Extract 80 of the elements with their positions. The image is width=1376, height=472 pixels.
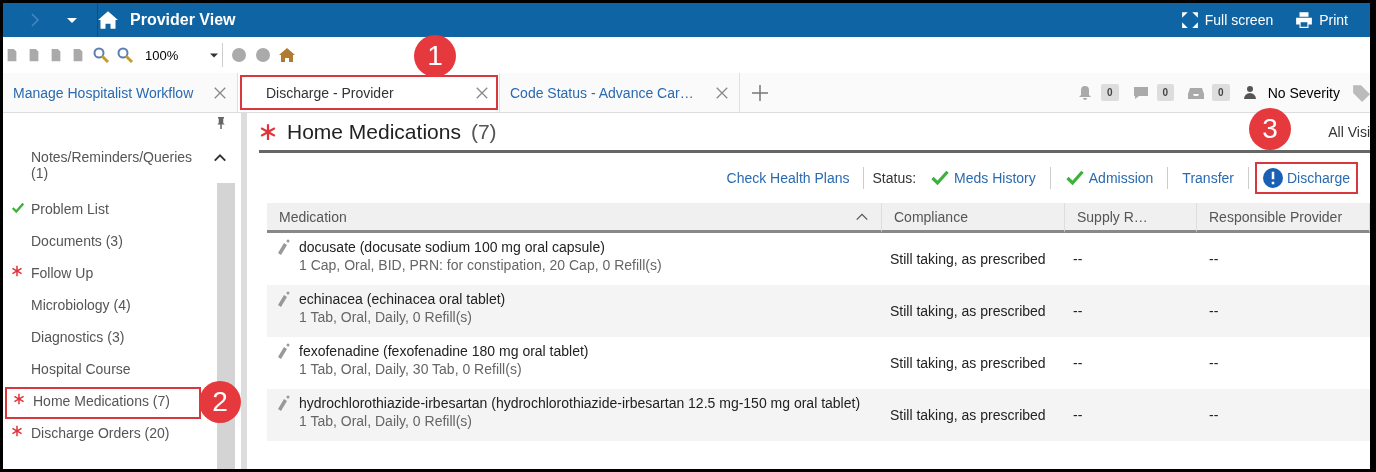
sidebar-item[interactable]: Microbiology (4) bbox=[3, 291, 203, 323]
count-badge: 0 bbox=[1156, 84, 1175, 101]
fullscreen-button[interactable]: Full screen bbox=[1180, 11, 1274, 29]
column-header[interactable]: Medication bbox=[267, 203, 882, 233]
tag-icon bbox=[1352, 83, 1370, 102]
home-icon bbox=[279, 47, 295, 63]
page-icon bbox=[49, 48, 63, 62]
column-header[interactable]: Compliance bbox=[882, 203, 1065, 233]
sidebar-item[interactable]: Follow Up bbox=[3, 259, 203, 291]
medication-details: 1 Tab, Oral, Daily, 0 Refill(s) bbox=[299, 413, 473, 429]
table-cell-text: -- bbox=[1208, 251, 1219, 267]
printer-icon bbox=[1295, 11, 1314, 29]
zoom-out-icon bbox=[93, 47, 109, 63]
count-badge: 0 bbox=[1100, 84, 1119, 101]
window-title: Provider View bbox=[130, 11, 236, 29]
table-cell: -- bbox=[1073, 251, 1083, 267]
page-icon bbox=[71, 48, 85, 62]
pin-icon bbox=[215, 117, 227, 129]
close-icon bbox=[213, 85, 227, 100]
sidebar-item[interactable]: Problem List bbox=[3, 195, 203, 227]
required-icon bbox=[11, 425, 23, 437]
sidebar-item[interactable]: Home Medications (7) bbox=[5, 387, 201, 419]
severity-label: No Severity bbox=[1267, 84, 1340, 101]
table-cell: Still taking, as prescribed bbox=[890, 407, 1046, 423]
check-icon bbox=[930, 168, 951, 188]
check-icon bbox=[11, 201, 25, 215]
print-button[interactable]: Print bbox=[1295, 11, 1348, 29]
table-cell-text: -- bbox=[1208, 355, 1219, 371]
home-icon bbox=[98, 10, 118, 30]
expand-icon bbox=[1180, 11, 1199, 29]
status-link[interactable]: Admission bbox=[1058, 164, 1160, 192]
caret-icon bbox=[210, 51, 218, 59]
status-label: Status: bbox=[872, 170, 917, 186]
tab[interactable]: Discharge - Provider bbox=[238, 73, 500, 112]
medication-name: docusate (docusate sodium 100 mg oral capsule) bbox=[299, 239, 606, 255]
caret-icon bbox=[67, 15, 77, 25]
medication-name: hydrochlorothiazide-irbesartan (hydrochlorothiazide-irbesartan 12.5 mg-150 mg oral tablet) bbox=[299, 395, 861, 411]
section-title: Home Medications bbox=[287, 119, 461, 144]
required-icon bbox=[13, 393, 25, 405]
table-cell-text: -- bbox=[1208, 303, 1219, 319]
close-icon bbox=[475, 85, 489, 100]
sidebar-item[interactable]: Diagnostics (3) bbox=[3, 323, 203, 355]
status-link[interactable]: Meds History bbox=[924, 164, 1042, 192]
sidebar-item[interactable]: Notes/Reminders/Queries (1) bbox=[3, 143, 203, 195]
table-cell: -- bbox=[1073, 407, 1083, 423]
status-link[interactable]: Discharge bbox=[1256, 164, 1356, 192]
callout-number: 3 bbox=[1248, 108, 1291, 150]
zoom-dropdown[interactable]: 100% bbox=[141, 43, 223, 67]
table-cell-text: -- bbox=[1208, 407, 1219, 423]
medication-details: 1 Tab, Oral, Daily, 0 Refill(s) bbox=[299, 309, 473, 325]
page-icon bbox=[5, 48, 19, 62]
circle-icon bbox=[255, 47, 271, 63]
table-cell: Still taking, as prescribed bbox=[890, 303, 1046, 319]
page-icon bbox=[27, 48, 41, 62]
column-header[interactable]: Supply R… bbox=[1065, 203, 1197, 233]
check-icon bbox=[1064, 168, 1085, 188]
close-icon bbox=[715, 85, 729, 100]
message-icon bbox=[1132, 84, 1149, 101]
medication-name: fexofenadine (fexofenadine 180 mg oral tablet) bbox=[299, 343, 589, 359]
status-link[interactable]: Transfer bbox=[1176, 166, 1240, 190]
medication-details: 1 Cap, Oral, BID, PRN: for constipation, 20 Cap, 0 Refill(s) bbox=[299, 257, 662, 273]
tab[interactable]: Code Status - Advance Car… bbox=[500, 73, 740, 112]
alert-icon bbox=[1262, 168, 1283, 188]
callout-number: 1 bbox=[414, 35, 456, 77]
circle-icon bbox=[231, 47, 247, 63]
count-badge: 0 bbox=[1212, 84, 1230, 101]
sidebar-item[interactable]: Documents (3) bbox=[3, 227, 203, 259]
table-cell: Still taking, as prescribed bbox=[890, 251, 1046, 267]
medication-name: echinacea (echinacea oral tablet) bbox=[299, 291, 506, 307]
callout-number: 2 bbox=[199, 381, 241, 423]
column-header[interactable]: Responsible Provider bbox=[1197, 203, 1370, 233]
filter-label[interactable]: All Visi bbox=[1328, 123, 1370, 140]
zoom-in-icon bbox=[117, 47, 133, 63]
section-count: (7) bbox=[470, 119, 497, 144]
health-plans-link[interactable]: Check Health Plans bbox=[720, 166, 856, 190]
table-cell: -- bbox=[1073, 355, 1083, 371]
medication-details: 1 Tab, Oral, Daily, 30 Tab, 0 Refill(s) bbox=[299, 361, 523, 377]
table-cell: -- bbox=[1073, 303, 1083, 319]
required-icon bbox=[11, 265, 23, 277]
table-cell: Still taking, as prescribed bbox=[890, 355, 1046, 371]
